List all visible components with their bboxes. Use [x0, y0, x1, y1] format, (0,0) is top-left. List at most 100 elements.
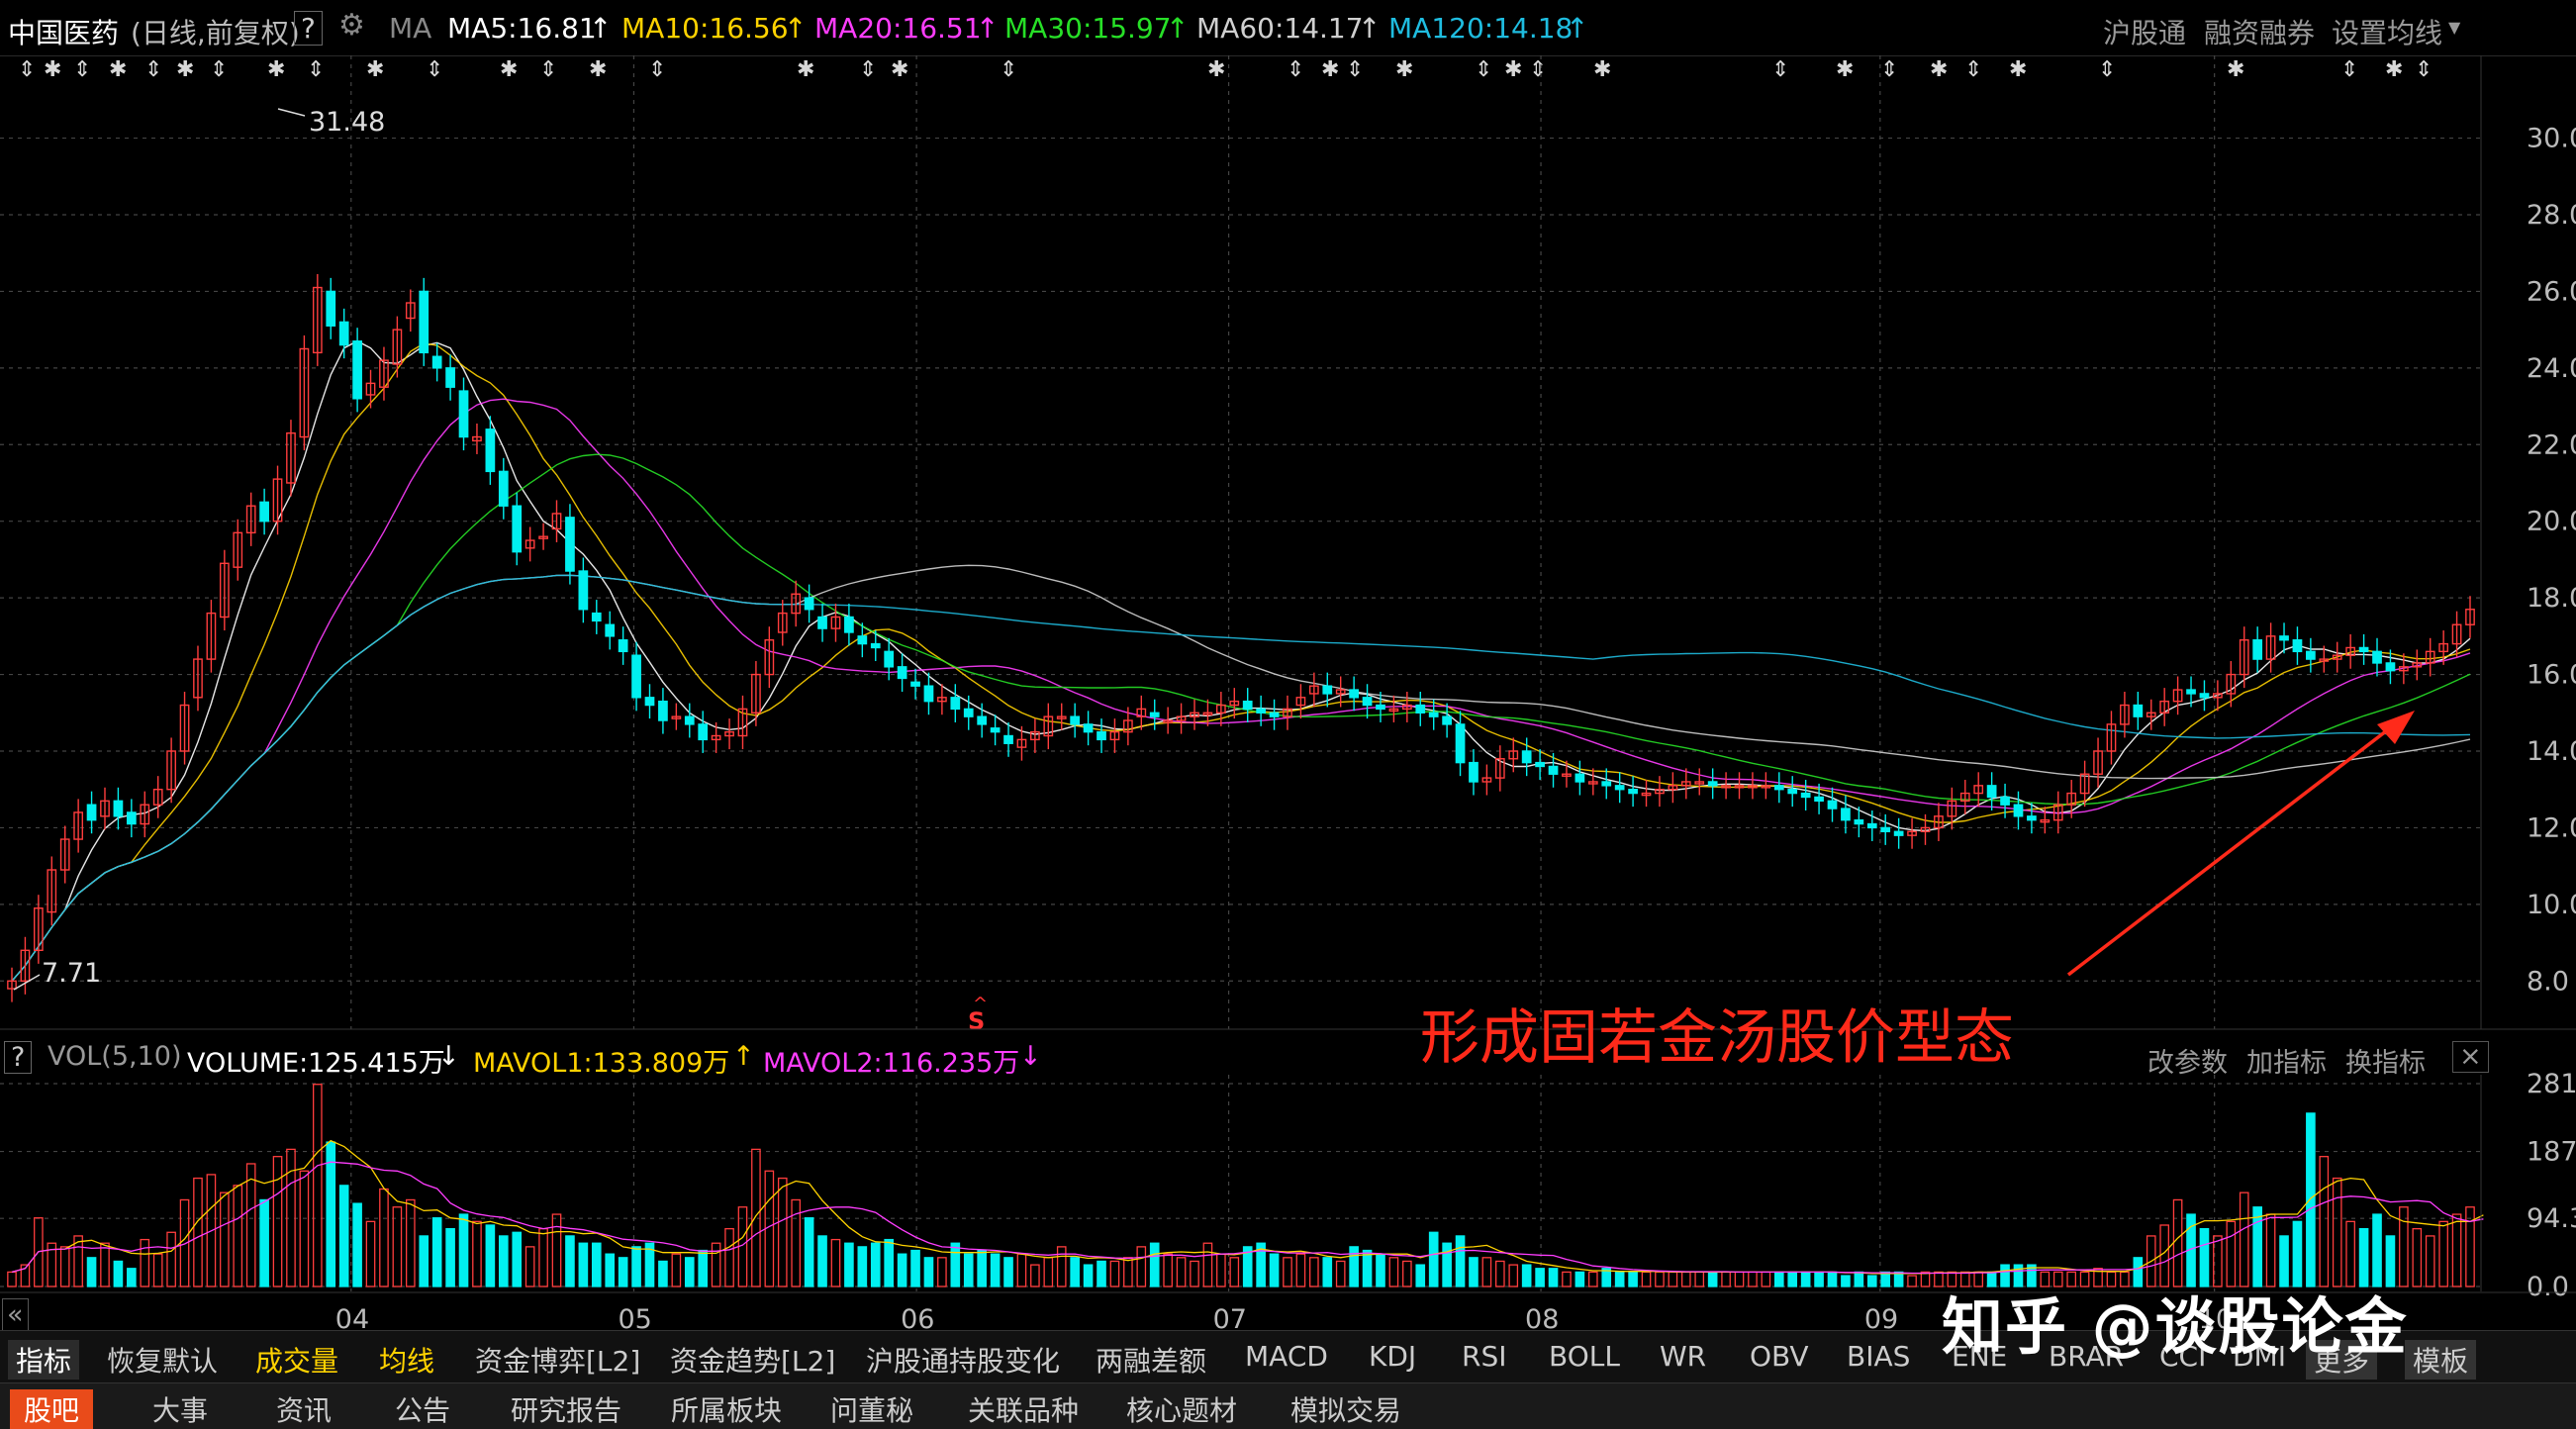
- volume-bar: [1562, 1271, 1572, 1287]
- volume-bar: [618, 1257, 628, 1287]
- volume-bar: [2451, 1213, 2462, 1287]
- volume-bar: [684, 1257, 695, 1287]
- bottom-tab[interactable]: 资讯: [270, 1389, 337, 1429]
- volume-bar: [1335, 1260, 1346, 1287]
- volume-bar: [698, 1249, 709, 1287]
- volume-bar: [233, 1185, 243, 1287]
- bottom-tab[interactable]: 股吧: [10, 1389, 94, 1429]
- volume-bar: [2172, 1198, 2183, 1287]
- volume-bar: [1016, 1253, 1027, 1287]
- volume-bar: [870, 1242, 881, 1287]
- volume-bar: [1641, 1271, 1652, 1287]
- bottom-tab[interactable]: 所属板块: [665, 1389, 788, 1429]
- indicator-tab[interactable]: 指标: [8, 1340, 80, 1380]
- volume-bar: [1866, 1275, 1877, 1287]
- volume-bar: [1920, 1271, 1931, 1287]
- volume-bar: [1136, 1246, 1147, 1287]
- bottom-tabs: 股吧 大事 资讯 公告 研究报告 所属板块 问董秘 关联品种 核心题材 模拟交易: [0, 1383, 2576, 1429]
- indicator-tab[interactable]: KDJ: [1369, 1340, 1416, 1373]
- collapse-icon[interactable]: «: [2, 1298, 29, 1331]
- volume-bar: [1787, 1271, 1798, 1287]
- volume-bar: [1694, 1271, 1705, 1287]
- volume-bar: [352, 1202, 362, 1287]
- bottom-tab[interactable]: 关联品种: [962, 1389, 1085, 1429]
- volume-bar: [1415, 1264, 1426, 1287]
- volume-bar: [923, 1257, 934, 1287]
- indicator-tab[interactable]: BIAS: [1847, 1340, 1910, 1373]
- bottom-tab[interactable]: 核心题材: [1120, 1389, 1243, 1429]
- indicator-tab[interactable]: 模板: [2405, 1340, 2477, 1380]
- volume-bar: [1907, 1275, 1917, 1287]
- volume-bar: [605, 1253, 616, 1287]
- indicator-tab[interactable]: 沪股通持股变化: [866, 1340, 1060, 1380]
- indicator-tab[interactable]: BOLL: [1549, 1340, 1620, 1373]
- volume-bar: [1854, 1271, 1864, 1287]
- volume-bar: [1349, 1246, 1359, 1287]
- indicator-tab[interactable]: 资金博弈[L2]: [475, 1340, 640, 1380]
- indicator-tab[interactable]: RSI: [1462, 1340, 1507, 1373]
- volume-tick-label: 94.3: [2527, 1203, 2576, 1234]
- volume-bar: [1469, 1257, 1479, 1287]
- volume-bar: [1707, 1271, 1718, 1287]
- bottom-tab[interactable]: 公告: [389, 1389, 456, 1429]
- volume-bar: [1521, 1264, 1532, 1287]
- volume-bar: [884, 1238, 894, 1287]
- volume-bar: [830, 1238, 841, 1287]
- volume-bar: [1428, 1231, 1439, 1287]
- volume-bar: [1003, 1257, 1013, 1287]
- volume-bar: [1402, 1260, 1412, 1287]
- volume-tick-label: 0.0: [2527, 1272, 2569, 1302]
- volume-bar: [1588, 1271, 1598, 1287]
- volume-bar: [711, 1242, 721, 1287]
- indicator-tab[interactable]: 均线: [379, 1340, 434, 1380]
- volume-bar: [365, 1220, 376, 1287]
- volume-bar: [1309, 1257, 1319, 1287]
- volume-chart[interactable]: 281.0 187.0 94.3 0.0: [0, 0, 2576, 1306]
- volume-bar: [950, 1242, 961, 1287]
- volume-bar: [272, 1156, 283, 1287]
- volume-bar: [1574, 1271, 1585, 1287]
- volume-bar: [1495, 1260, 1505, 1287]
- indicator-tab[interactable]: 成交量: [255, 1340, 338, 1380]
- bottom-tab[interactable]: 研究报告: [505, 1389, 627, 1429]
- bottom-tab[interactable]: 问董秘: [824, 1389, 919, 1429]
- volume-bar: [7, 1271, 17, 1287]
- indicator-tab[interactable]: 两融差额: [1096, 1340, 1206, 1380]
- volume-bar: [1614, 1271, 1625, 1287]
- volume-bar: [1773, 1271, 1784, 1287]
- indicator-tab[interactable]: 恢复默认: [107, 1340, 218, 1380]
- volume-bar: [937, 1257, 947, 1287]
- indicator-tab[interactable]: OBV: [1750, 1340, 1809, 1373]
- volume-bar: [844, 1242, 854, 1287]
- volume-bar: [551, 1213, 562, 1287]
- volume-bar: [445, 1227, 455, 1287]
- volume-bar: [910, 1249, 920, 1287]
- volume-bar: [1362, 1249, 1373, 1287]
- volume-bar: [1548, 1268, 1559, 1287]
- volume-bar: [1097, 1260, 1106, 1287]
- volume-bar: [2425, 1235, 2435, 1287]
- volume-bar: [1535, 1268, 1545, 1287]
- volume-bar: [498, 1235, 509, 1287]
- bottom-tab[interactable]: 模拟交易: [1285, 1389, 1407, 1429]
- volume-bar: [565, 1235, 575, 1287]
- volume-bar: [405, 1198, 416, 1287]
- volume-bar: [1083, 1264, 1094, 1287]
- volume-bar: [2239, 1191, 2249, 1287]
- volume-bar: [140, 1238, 150, 1287]
- indicator-tab[interactable]: WR: [1660, 1340, 1706, 1373]
- volume-bar: [525, 1246, 535, 1287]
- volume-bar: [1655, 1271, 1665, 1287]
- volume-bar: [512, 1231, 523, 1287]
- volume-bar: [1721, 1271, 1731, 1287]
- bottom-tab[interactable]: 大事: [146, 1389, 214, 1429]
- indicator-tab[interactable]: MACD: [1245, 1340, 1328, 1373]
- volume-bar: [857, 1246, 868, 1287]
- volume-bar: [419, 1235, 429, 1287]
- indicator-tab[interactable]: 资金趋势[L2]: [670, 1340, 835, 1380]
- volume-bar: [1880, 1271, 1891, 1287]
- volume-bar: [1229, 1257, 1240, 1287]
- volume-bar: [1628, 1271, 1638, 1287]
- volume-tick-label: 187.0: [2527, 1137, 2576, 1168]
- volume-bar: [1814, 1271, 1824, 1287]
